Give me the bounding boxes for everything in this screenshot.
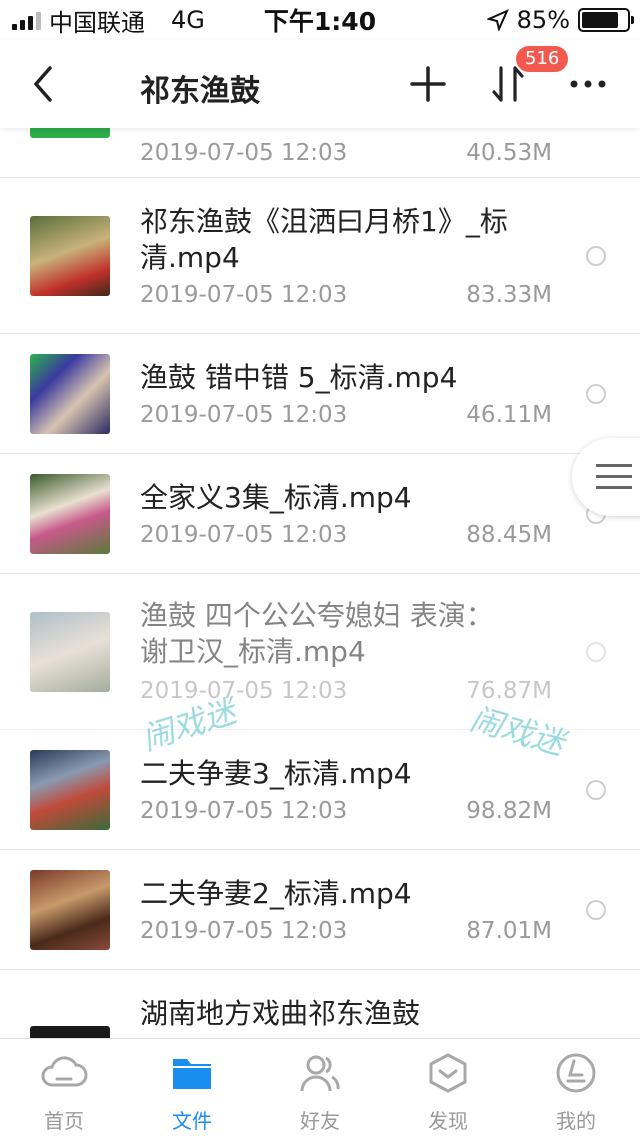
- select-radio[interactable]: [586, 384, 606, 404]
- file-row[interactable]: 湖南地方戏曲祁东渔鼓: [0, 970, 640, 1038]
- file-date: 2019-07-05 12:03: [140, 798, 348, 824]
- plus-icon[interactable]: [408, 62, 448, 106]
- file-date: 2019-07-05 12:03: [140, 402, 348, 428]
- profile-icon: [556, 1053, 596, 1093]
- file-row[interactable]: 渔鼓 四个公公夸媳妇 表演：谢卫汉_标清.mp4 2019-07-05 12:0…: [0, 574, 640, 730]
- tab-label: 首页: [44, 1109, 84, 1133]
- file-row[interactable]: 渔鼓 错中错 5_标清.mp4 2019-07-05 12:03 46.11M: [0, 334, 640, 454]
- file-row[interactable]: 祁东渔鼓《沮洒曰月桥1》_标清.mp4 2019-07-05 12:03 83.…: [0, 178, 640, 334]
- tab-label: 文件: [172, 1109, 212, 1133]
- file-size: 40.53M: [466, 140, 552, 166]
- battery-icon: [578, 8, 634, 32]
- floating-menu-button[interactable]: [572, 438, 640, 516]
- file-date: 2019-07-05 12:03: [140, 140, 348, 166]
- file-date: 2019-07-05 12:03: [140, 522, 348, 548]
- video-thumbnail: [30, 612, 110, 692]
- select-radio[interactable]: [586, 900, 606, 920]
- tab-home[interactable]: 首页: [0, 1039, 128, 1136]
- tab-label: 好友: [300, 1109, 340, 1133]
- file-name: 全家义3集_标清.mp4: [140, 481, 412, 514]
- file-size: 83.33M: [466, 282, 552, 308]
- video-thumbnail: [30, 128, 110, 138]
- status-bar: 中国联通 4G 下午1:40 85%: [0, 0, 640, 40]
- select-radio[interactable]: [586, 246, 606, 266]
- discover-icon: [429, 1053, 467, 1093]
- video-thumbnail: [30, 750, 110, 830]
- file-name: 渔鼓 四个公公夸媳妇 表演：谢卫汉_标清.mp4: [140, 599, 494, 668]
- tab-bar: 首页 文件 好友 发现 我的: [0, 1038, 640, 1136]
- file-size: 87.01M: [466, 918, 552, 944]
- file-name: 湖南地方戏曲祁东渔鼓: [140, 997, 421, 1030]
- cloud-icon: [41, 1056, 88, 1087]
- tab-label: 发现: [428, 1109, 468, 1133]
- file-row[interactable]: 全家义3集_标清.mp4 2019-07-05 12:03 88.45M: [0, 454, 640, 574]
- page-title: 祁东渔鼓: [140, 74, 260, 109]
- file-name: 二夫争妻2_标清.mp4: [140, 877, 412, 910]
- signal-icon: [12, 10, 41, 30]
- folder-icon: [173, 1059, 211, 1089]
- tab-files[interactable]: 文件: [128, 1039, 256, 1136]
- tab-profile[interactable]: 我的: [512, 1039, 640, 1136]
- file-size: 98.82M: [466, 798, 552, 824]
- file-name: 祁东渔鼓《沮洒曰月桥1》_标清.mp4: [140, 205, 508, 274]
- nav-bar: 祁东渔鼓 516: [0, 40, 640, 128]
- tab-label: 我的: [556, 1109, 596, 1133]
- network-label: 4G: [171, 6, 205, 34]
- more-icon[interactable]: [568, 62, 608, 106]
- select-radio[interactable]: [586, 780, 606, 800]
- video-thumbnail: [30, 474, 110, 554]
- tab-discover[interactable]: 发现: [384, 1039, 512, 1136]
- video-thumbnail: [30, 870, 110, 950]
- video-thumbnail: [30, 354, 110, 434]
- notification-badge: 516: [516, 46, 569, 72]
- file-list: 2019-07-05 12:03 40.53M 祁东渔鼓《沮洒曰月桥1》_标清.…: [0, 128, 640, 1038]
- file-name: 二夫争妻3_标清.mp4: [140, 757, 412, 790]
- file-date: 2019-07-05 12:03: [140, 918, 348, 944]
- carrier-label: 中国联通: [49, 8, 145, 37]
- file-size: 46.11M: [466, 402, 552, 428]
- file-row[interactable]: 2019-07-05 12:03 40.53M: [0, 128, 640, 178]
- file-date: 2019-07-05 12:03: [140, 678, 348, 704]
- location-arrow-icon: [486, 9, 509, 31]
- select-radio[interactable]: [586, 642, 606, 662]
- back-icon[interactable]: [26, 62, 66, 106]
- friends-icon: [300, 1055, 340, 1092]
- file-date: 2019-07-05 12:03: [140, 282, 348, 308]
- video-thumbnail: [30, 216, 110, 296]
- tab-friends[interactable]: 好友: [256, 1039, 384, 1136]
- video-thumbnail: [30, 1026, 110, 1038]
- battery-percent: 85%: [516, 6, 570, 34]
- file-size: 88.45M: [466, 522, 552, 548]
- file-row[interactable]: 二夫争妻2_标清.mp4 2019-07-05 12:03 87.01M: [0, 850, 640, 970]
- file-name: 渔鼓 错中错 5_标清.mp4: [140, 361, 458, 394]
